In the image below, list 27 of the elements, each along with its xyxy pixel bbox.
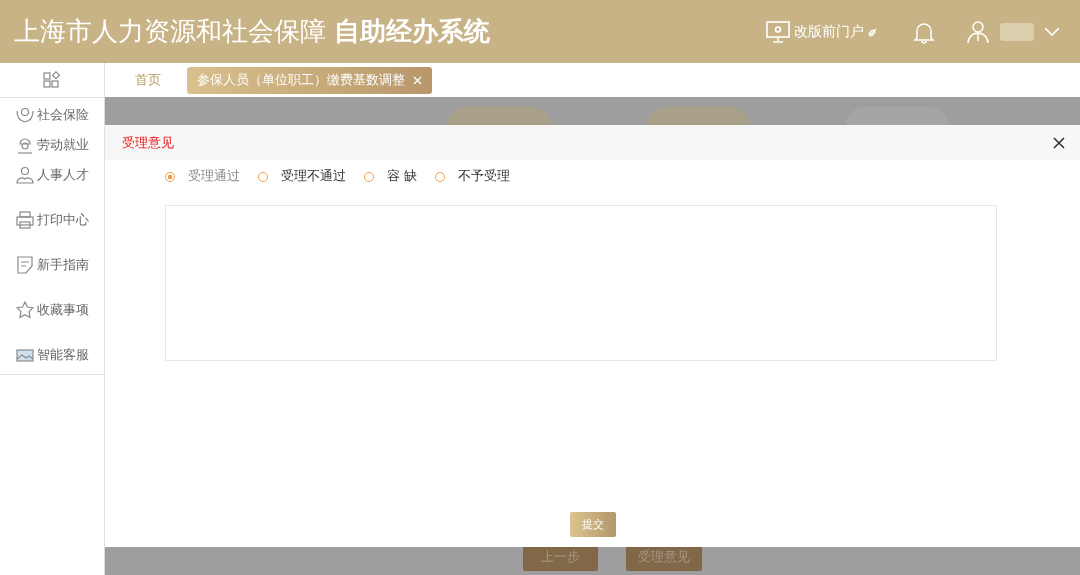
worker-icon — [16, 136, 34, 154]
sidebar-item[interactable]: 人事人才 — [0, 160, 104, 190]
screen-icon — [16, 346, 34, 364]
people-icon — [16, 166, 34, 184]
sidebar-item[interactable]: 打印中心 — [0, 205, 104, 235]
star-icon — [16, 301, 34, 319]
close-icon[interactable] — [1053, 136, 1065, 149]
printer-icon — [16, 211, 34, 229]
hands-icon — [16, 106, 34, 124]
sidebar-item[interactable]: 劳动就业 — [0, 130, 104, 160]
apps-icon[interactable] — [43, 71, 61, 89]
radio-option[interactable]: 容 缺 — [364, 168, 417, 185]
sidebar-item[interactable]: 新手指南 — [0, 250, 104, 280]
radio-option[interactable]: 受理不通过 — [258, 168, 346, 185]
monitor-icon — [766, 20, 790, 43]
sidebar-item[interactable]: 智能客服 — [0, 340, 104, 370]
note-icon — [16, 256, 34, 274]
link-icon — [868, 26, 878, 37]
chevron-down-icon[interactable] — [1044, 26, 1060, 37]
sidebar-item[interactable]: 社会保险 — [0, 100, 104, 130]
system-title: 上海市人力资源和社会保障 自助经办系统 — [14, 15, 491, 48]
radio-option[interactable]: 受理通过 — [165, 168, 240, 185]
sidebar-item[interactable]: 收藏事项 — [0, 295, 104, 325]
user-name-redacted — [1000, 22, 1034, 41]
user-icon[interactable] — [966, 19, 990, 44]
radio-option[interactable]: 不予受理 — [435, 168, 510, 185]
dialog-title: 受理意见 — [122, 133, 174, 152]
